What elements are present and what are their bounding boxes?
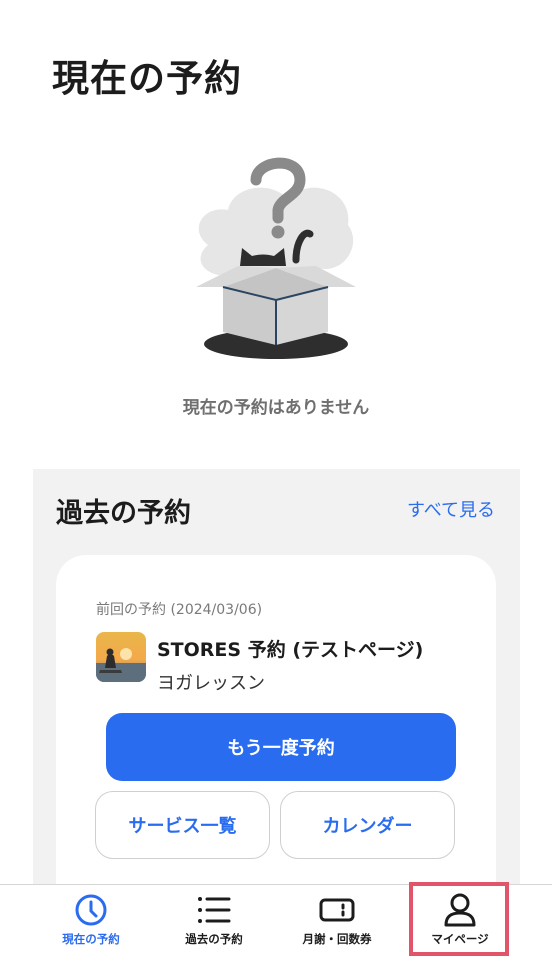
tab-tickets[interactable]: 月謝・回数券: [277, 885, 397, 955]
past-reservations-title: 過去の予約: [56, 498, 191, 529]
tab-past-reservations[interactable]: 過去の予約: [154, 885, 274, 955]
ticket-icon: [319, 898, 355, 922]
past-reservations-section: 過去の予約 すべて見る 前回の予約 (2024/03/06) STORES 予約…: [33, 469, 520, 915]
page-title: 現在の予約: [52, 57, 242, 100]
service-name: ヨガレッスン: [157, 673, 265, 694]
empty-box-cat-illustration: [196, 157, 356, 359]
rebook-button[interactable]: もう一度予約: [106, 713, 456, 781]
calendar-button[interactable]: カレンダー: [280, 791, 455, 859]
bottom-tab-bar: 現在の予約 過去の予約 月謝・回数券 マイページ: [0, 884, 552, 979]
empty-reservation-message: 現在の予約はありません: [182, 398, 370, 418]
tab-current-reservations[interactable]: 現在の予約: [31, 885, 151, 955]
shop-thumbnail: [96, 632, 146, 682]
tab-label: 現在の予約: [62, 932, 120, 946]
tab-label: マイページ: [431, 932, 489, 946]
previous-reservation-date: 前回の予約 (2024/03/06): [96, 602, 263, 618]
list-icon: [198, 897, 231, 923]
past-reservation-card: 前回の予約 (2024/03/06) STORES 予約 (テストページ) ヨガ…: [56, 555, 496, 915]
tab-label: 月謝・回数券: [302, 932, 372, 946]
tab-my-page[interactable]: マイページ: [400, 885, 520, 955]
tab-label: 過去の予約: [185, 932, 243, 946]
shop-name: STORES 予約 (テストページ): [157, 639, 424, 661]
service-list-button[interactable]: サービス一覧: [95, 791, 270, 859]
person-icon: [444, 893, 476, 927]
clock-icon: [75, 894, 107, 926]
see-all-link[interactable]: すべて見る: [407, 496, 495, 522]
